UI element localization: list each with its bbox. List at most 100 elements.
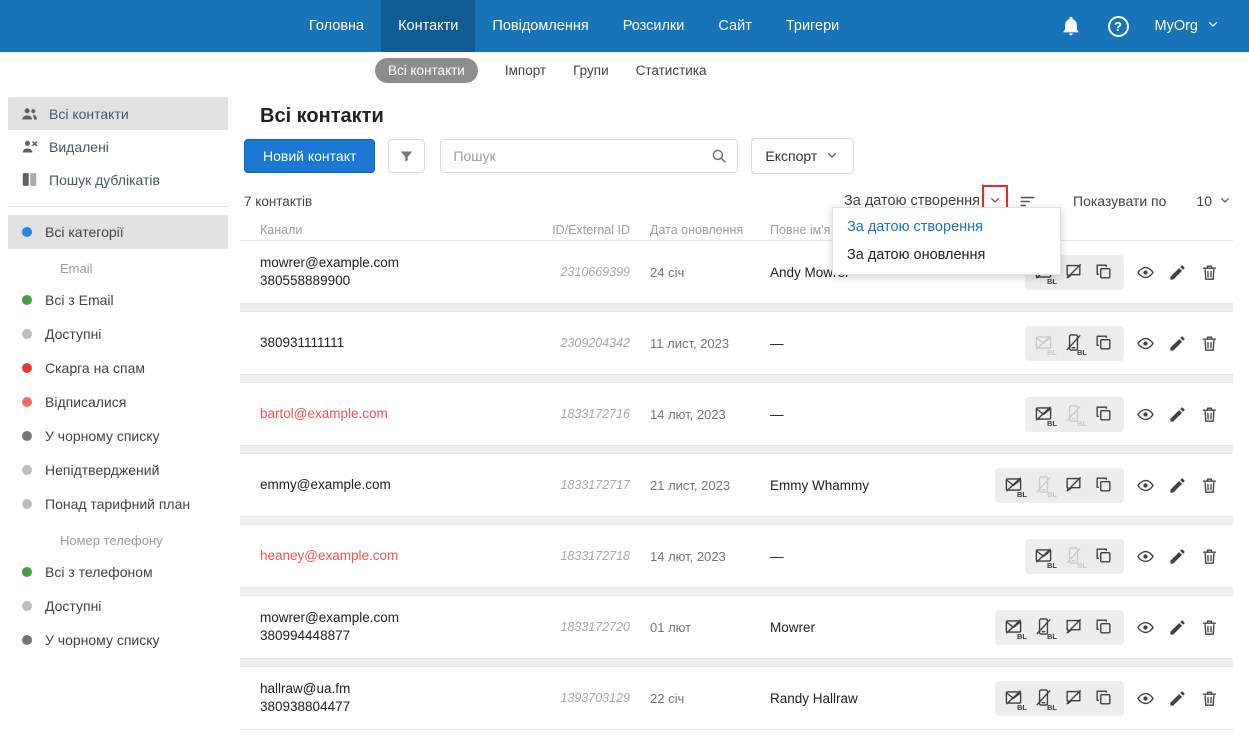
search-input[interactable] xyxy=(440,139,739,173)
contacts-table: mowrer@example.com 380558889900 231066939… xyxy=(240,240,1233,730)
category-dot xyxy=(22,431,32,441)
sidebar-category-phone-blacklist[interactable]: У чорному списку xyxy=(8,623,228,657)
person-remove-icon xyxy=(22,140,38,153)
nav-item-home[interactable]: Головна xyxy=(292,0,381,52)
tab-import[interactable]: Імпорт xyxy=(505,63,546,78)
category-label: Доступні xyxy=(45,598,102,614)
contact-id: 2310669399 xyxy=(560,265,630,279)
contact-id: 1833172717 xyxy=(560,478,630,492)
table-header: Канали ID/External ID Дата оновлення Пов… xyxy=(240,220,1233,240)
view-button[interactable] xyxy=(1136,618,1155,637)
list-controls: 7 контактів За датою створення Показуват… xyxy=(244,184,1233,218)
row-actions xyxy=(1136,618,1219,637)
chat-blocked-icon xyxy=(1064,475,1085,496)
edit-button[interactable] xyxy=(1168,689,1187,708)
view-button[interactable] xyxy=(1136,405,1155,424)
contact-name: — xyxy=(770,335,784,351)
contacts-subnav: Всі контакти Імпорт Групи Статистика xyxy=(0,52,1249,89)
sidebar-item-label: Видалені xyxy=(49,138,109,155)
new-contact-button[interactable]: Новий контакт xyxy=(244,139,376,173)
table-row: heaney@example.com 1833172718 14 лют, 20… xyxy=(240,524,1233,588)
view-button[interactable] xyxy=(1136,547,1155,566)
tab-groups[interactable]: Групи xyxy=(573,63,609,78)
category-dot xyxy=(22,397,32,407)
delete-button[interactable] xyxy=(1200,547,1219,566)
channel-status-group: BL BL xyxy=(995,467,1124,503)
sidebar-group-phone: Номер телефону xyxy=(60,532,163,548)
contact-id: 1833172718 xyxy=(560,549,630,563)
view-button[interactable] xyxy=(1136,334,1155,353)
header-id: ID/External ID xyxy=(552,223,630,237)
edit-button[interactable] xyxy=(1168,405,1187,424)
view-button[interactable] xyxy=(1136,689,1155,708)
sort-option-created[interactable]: За датою створення xyxy=(833,213,1060,241)
edit-button[interactable] xyxy=(1168,263,1187,282)
sort-dropdown-menu: За датою створення За датою оновлення xyxy=(832,207,1061,275)
sidebar-item-deleted[interactable]: Видалені xyxy=(8,130,228,163)
sidebar-category-spam-complaint[interactable]: Скарга на спам xyxy=(8,351,228,385)
nav-item-campaigns[interactable]: Розсилки xyxy=(606,0,702,52)
edit-button[interactable] xyxy=(1168,547,1187,566)
phone-blacklist-icon: BL xyxy=(1064,546,1087,570)
category-dot xyxy=(22,567,32,577)
sidebar: Всі контакти Видалені Пошук дублікатів В… xyxy=(0,89,240,746)
delete-button[interactable] xyxy=(1200,618,1219,637)
nav-item-contacts[interactable]: Контакти xyxy=(381,0,476,52)
sidebar-item-duplicates[interactable]: Пошук дублікатів xyxy=(8,163,228,196)
filter-button[interactable] xyxy=(388,139,426,173)
export-button[interactable]: Експорт xyxy=(751,138,855,174)
sidebar-category-all-phone[interactable]: Всі з телефоном xyxy=(8,555,228,589)
sidebar-category-available[interactable]: Доступні xyxy=(8,317,228,351)
notifications-bell-icon[interactable] xyxy=(1060,15,1082,37)
nav-item-site[interactable]: Сайт xyxy=(701,0,768,52)
phone-blacklist-icon: BL xyxy=(1064,404,1087,428)
nav-item-messages[interactable]: Повідомлення xyxy=(475,0,605,52)
sidebar-divider xyxy=(8,206,228,207)
view-button[interactable] xyxy=(1136,476,1155,495)
delete-button[interactable] xyxy=(1200,689,1219,708)
tab-statistics[interactable]: Статистика xyxy=(636,63,707,78)
contact-id: 1393703129 xyxy=(560,691,630,705)
delete-button[interactable] xyxy=(1200,263,1219,282)
contact-updated: 24 січ xyxy=(650,264,685,280)
phone-blacklist-icon: BL xyxy=(1064,333,1087,357)
sidebar-category-all-email[interactable]: Всі з Email xyxy=(8,283,228,317)
row-actions xyxy=(1136,476,1219,495)
page-size-select[interactable]: 10 xyxy=(1196,192,1233,211)
chevron-down-icon xyxy=(1205,16,1221,36)
edit-button[interactable] xyxy=(1168,618,1187,637)
table-row: hallraw@ua.fm 380938804477 1393703129 22 … xyxy=(240,666,1233,730)
help-icon[interactable]: ? xyxy=(1107,15,1129,37)
contact-email: mowrer@example.com xyxy=(260,255,399,270)
category-label: Скарга на спам xyxy=(45,360,145,376)
sidebar-category-all[interactable]: Всі категорії xyxy=(8,215,228,249)
edit-button[interactable] xyxy=(1168,334,1187,353)
sidebar-category-unconfirmed[interactable]: Непідтверджений xyxy=(8,453,228,487)
chat-blocked-icon xyxy=(1064,617,1085,638)
channel-status-group: BL BL xyxy=(1025,325,1124,361)
nav-item-triggers[interactable]: Тригери xyxy=(769,0,856,52)
copy-icon xyxy=(1094,617,1115,638)
delete-button[interactable] xyxy=(1200,476,1219,495)
sidebar-category-phone-available[interactable]: Доступні xyxy=(8,589,228,623)
sidebar-category-unsubscribed[interactable]: Відписалися xyxy=(8,385,228,419)
category-label: Непідтверджений xyxy=(45,462,160,478)
contact-name: — xyxy=(770,548,784,564)
category-label: У чорному списку xyxy=(45,632,160,648)
sidebar-item-all-contacts[interactable]: Всі контакти xyxy=(8,97,228,130)
header-channels: Канали xyxy=(260,223,303,237)
delete-button[interactable] xyxy=(1200,334,1219,353)
sort-option-updated[interactable]: За датою оновлення xyxy=(833,241,1060,269)
sidebar-category-blacklist[interactable]: У чорному списку xyxy=(8,419,228,453)
sidebar-category-over-plan[interactable]: Понад тарифний план xyxy=(8,487,228,521)
sidebar-item-label: Пошук дублікатів xyxy=(49,171,160,188)
contact-email: bartol@example.com xyxy=(260,406,388,421)
tab-all-contacts[interactable]: Всі контакти xyxy=(375,58,478,83)
org-menu[interactable]: MyOrg xyxy=(1155,16,1222,36)
email-blacklist-icon: BL xyxy=(1004,475,1027,499)
delete-button[interactable] xyxy=(1200,405,1219,424)
contact-phone: 380931111111 xyxy=(260,335,345,350)
search-icon[interactable] xyxy=(710,147,728,170)
edit-button[interactable] xyxy=(1168,476,1187,495)
view-button[interactable] xyxy=(1136,263,1155,282)
